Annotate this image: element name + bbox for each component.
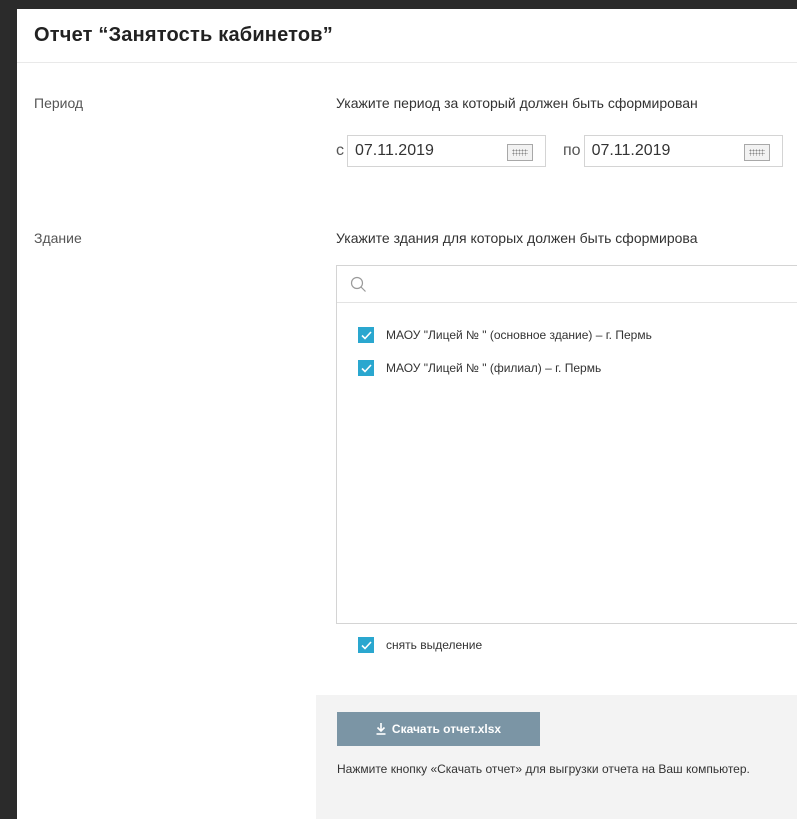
calendar-icon[interactable] <box>507 144 533 161</box>
page-title: Отчет “Занятость кабинетов” <box>34 24 333 46</box>
deselect-label: снять выделение <box>386 638 483 652</box>
period-hint: Укажите период за который должен быть сф… <box>336 95 698 111</box>
download-button-label: Скачать отчет.xlsx <box>391 722 502 736</box>
checkbox-checked-icon[interactable] <box>358 327 374 343</box>
building-item-main[interactable]: МАОУ "Лицей № " (основное здание) – г. П… <box>358 327 652 343</box>
checkbox-checked-icon[interactable] <box>358 637 374 653</box>
date-from-input[interactable]: 07.11.2019 <box>347 135 546 167</box>
download-icon <box>376 723 386 735</box>
report-window: Отчет “Занятость кабинетов” Период Укажи… <box>17 9 797 819</box>
building-item-branch[interactable]: МАОУ "Лицей № " (филиал) – г. Пермь <box>358 360 601 376</box>
calendar-icon[interactable] <box>743 144 770 161</box>
date-to-value: 07.11.2019 <box>591 142 671 159</box>
date-to-input[interactable]: 07.11.2019 <box>583 135 783 167</box>
search-icon <box>350 276 366 292</box>
date-range: с 07.11.2019 по 07.11.2019 <box>336 135 783 167</box>
building-label: Здание <box>34 230 82 246</box>
building-hint: Укажите здания для которых должен быть с… <box>336 230 698 246</box>
date-from-value: 07.11.2019 <box>355 142 434 159</box>
download-note: Нажмите кнопку «Скачать отчет» для выгру… <box>337 762 750 776</box>
date-to-prefix: по <box>563 142 581 159</box>
period-label: Период <box>34 95 84 111</box>
download-button[interactable]: Скачать отчет.xlsx <box>337 712 540 746</box>
building-item-label: МАОУ "Лицей № " (филиал) – г. Пермь <box>386 361 602 375</box>
building-list: МАОУ "Лицей № " (основное здание) – г. П… <box>336 265 797 624</box>
deselect-all[interactable]: снять выделение <box>358 637 482 653</box>
building-item-label: МАОУ "Лицей № " (основное здание) – г. П… <box>386 328 652 342</box>
checkbox-checked-icon[interactable] <box>358 360 374 376</box>
date-from-prefix: с <box>336 142 344 159</box>
download-panel: Скачать отчет.xlsx Нажмите кнопку «Скача… <box>316 695 797 819</box>
report-header: Отчет “Занятость кабинетов” <box>17 9 797 63</box>
search-input[interactable] <box>337 266 797 303</box>
